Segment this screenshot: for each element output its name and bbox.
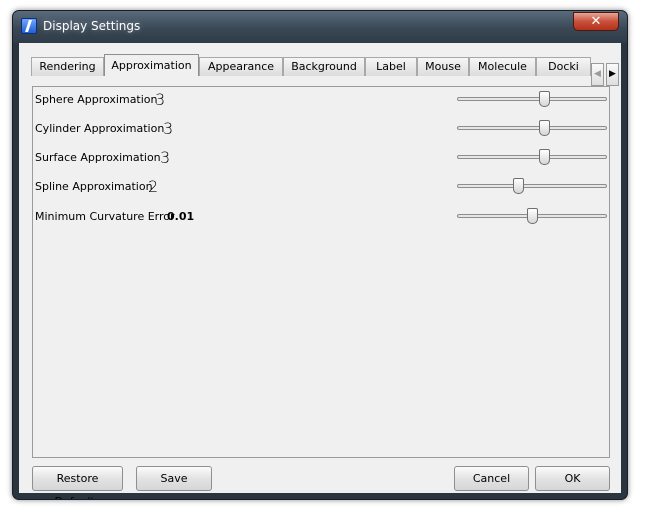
tab-background[interactable]: Background <box>283 57 365 76</box>
dialog-client-area: Rendering Approximation Appearance Backg… <box>19 43 621 499</box>
slider-thumb[interactable] <box>512 178 524 194</box>
spline-approximation-slider[interactable] <box>457 178 607 194</box>
tab-bar: Rendering Approximation Appearance Backg… <box>31 54 591 76</box>
display-settings-window: Display Settings ✕ Rendering Approximati… <box>12 10 628 500</box>
arrow-left-icon: ◀ <box>594 69 601 79</box>
cylinder-approximation-label: Cylinder Approximation <box>35 122 165 135</box>
tab-rendering[interactable]: Rendering <box>31 57 104 76</box>
tab-scroll-right-button[interactable]: ▶ <box>606 63 619 86</box>
close-button[interactable]: ✕ <box>573 12 619 31</box>
surface-approximation-value[interactable]: 3 <box>160 150 170 166</box>
window-title: Display Settings <box>43 19 141 33</box>
minimum-curvature-error-label: Minimum Curvature Error <box>35 210 175 223</box>
surface-approximation-label: Surface Approximation <box>35 151 161 164</box>
close-icon: ✕ <box>590 14 602 29</box>
surface-approximation-slider[interactable] <box>457 149 607 165</box>
approximation-panel: Sphere Approximation 3 Cylinder Approxim… <box>32 86 610 458</box>
ok-button[interactable]: OK <box>535 466 610 491</box>
tab-molecule[interactable]: Molecule <box>469 57 536 76</box>
slider-thumb[interactable] <box>539 91 551 107</box>
sphere-approximation-slider[interactable] <box>457 91 607 107</box>
tab-approximation[interactable]: Approximation <box>104 54 199 76</box>
tab-scroll-left-button[interactable]: ◀ <box>591 63 604 86</box>
app-icon <box>21 18 37 34</box>
restore-defaults-button[interactable]: Restore Defaults <box>32 466 123 499</box>
cancel-button[interactable]: Cancel <box>454 466 529 491</box>
title-bar[interactable]: Display Settings ✕ <box>13 11 627 43</box>
spline-approximation-value[interactable]: 2 <box>148 179 158 195</box>
slider-thumb[interactable] <box>527 208 539 224</box>
tab-docking[interactable]: Docki <box>536 57 591 76</box>
sphere-approximation-label: Sphere Approximation <box>35 93 158 106</box>
tab-label[interactable]: Label <box>365 57 417 76</box>
slider-thumb[interactable] <box>539 149 551 165</box>
minimum-curvature-error-value: 0.01 <box>167 210 195 223</box>
tab-mouse[interactable]: Mouse <box>417 57 469 76</box>
tab-appearance[interactable]: Appearance <box>199 57 283 76</box>
arrow-right-icon: ▶ <box>609 69 616 79</box>
save-button[interactable]: Save <box>136 466 212 491</box>
minimum-curvature-error-slider[interactable] <box>457 208 607 224</box>
spline-approximation-label: Spline Approximation <box>35 180 153 193</box>
sphere-approximation-value[interactable]: 3 <box>155 92 165 108</box>
cylinder-approximation-value[interactable]: 3 <box>163 121 173 137</box>
cylinder-approximation-slider[interactable] <box>457 120 607 136</box>
slider-thumb[interactable] <box>539 120 551 136</box>
